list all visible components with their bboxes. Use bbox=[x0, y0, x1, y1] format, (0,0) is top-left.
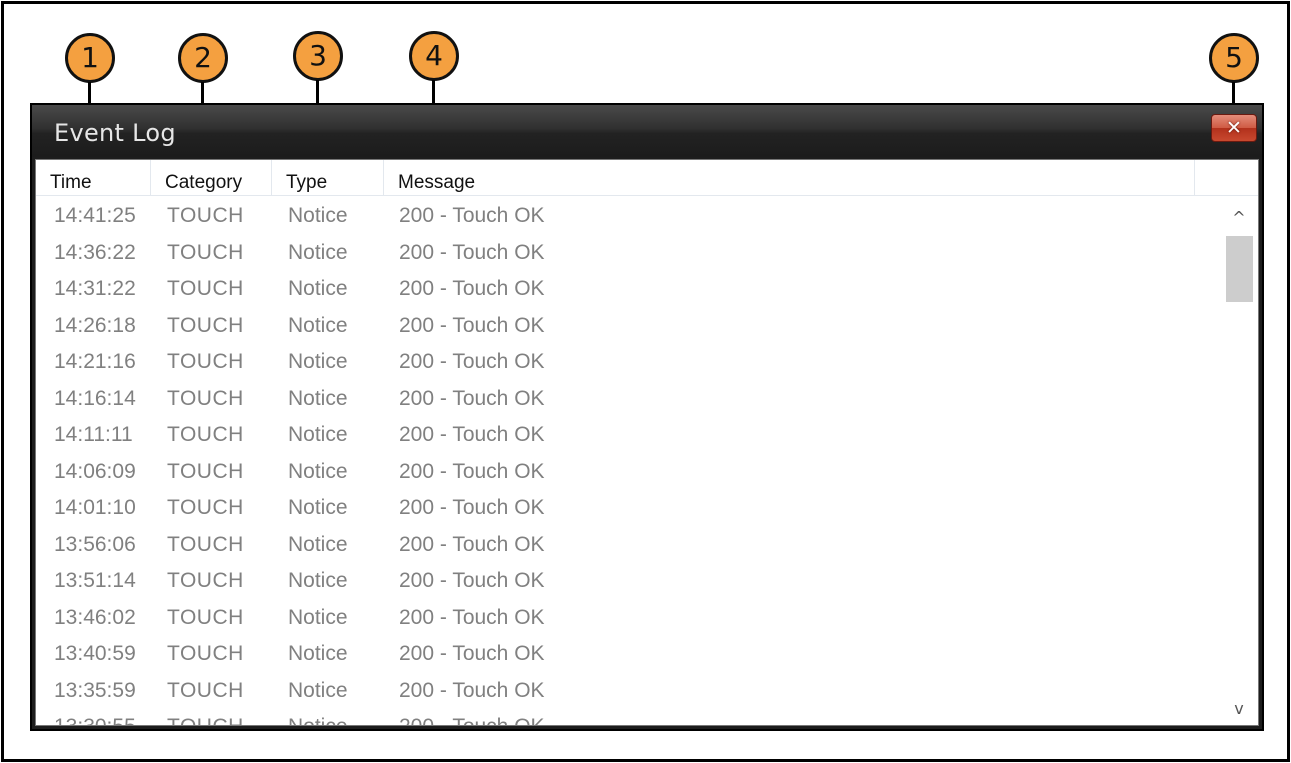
cell-category: TOUCH bbox=[167, 204, 244, 227]
callout-5: 5 bbox=[1209, 33, 1259, 83]
cell-category: TOUCH bbox=[167, 313, 244, 337]
cell-message: 200 - Touch OK bbox=[399, 313, 545, 337]
title-bar[interactable]: Event Log ✕ bbox=[32, 105, 1262, 157]
cell-type: Notice bbox=[288, 459, 348, 483]
cell-message: 200 - Touch OK bbox=[399, 707, 545, 725]
cell-message: 200 - Touch OK bbox=[399, 569, 545, 592]
cell-category: TOUCH bbox=[167, 350, 244, 373]
event-rows: 14:41:25 TOUCH Notice 200 - Touch OK 14:36:2… bbox=[36, 196, 1220, 725]
table-row[interactable]: 14:11:11 TOUCH Notice 200 - Touch OK bbox=[36, 415, 1220, 452]
table-row[interactable]: 14:06:09 TOUCH Notice 200 - Touch OK bbox=[36, 452, 1220, 489]
cell-type: Notice bbox=[288, 350, 348, 373]
close-button[interactable]: ✕ bbox=[1211, 114, 1257, 142]
column-header-message[interactable]: Message bbox=[384, 160, 1195, 195]
cell-type: Notice bbox=[288, 313, 348, 337]
cell-time: 14:41:25 bbox=[54, 204, 136, 227]
table-row[interactable]: 13:35:59 TOUCH Notice 200 - Touch OK bbox=[36, 671, 1220, 708]
cell-message: 200 - Touch OK bbox=[399, 350, 545, 373]
cell-type: Notice bbox=[288, 642, 348, 665]
cell-type: Notice bbox=[288, 707, 348, 725]
cell-message: 200 - Touch OK bbox=[399, 605, 545, 629]
cell-type: Notice bbox=[288, 532, 348, 556]
callout-2: 2 bbox=[178, 33, 228, 83]
cell-time: 13:35:59 bbox=[54, 678, 136, 702]
cell-message: 200 - Touch OK bbox=[399, 642, 545, 665]
table-row[interactable]: 14:26:18 TOUCH Notice 200 - Touch OK bbox=[36, 306, 1220, 343]
cell-message: 200 - Touch OK bbox=[399, 204, 545, 227]
cell-message: 200 - Touch OK bbox=[399, 240, 545, 264]
cell-time: 13:30:55 bbox=[54, 707, 136, 725]
cell-type: Notice bbox=[288, 496, 348, 519]
cell-category: TOUCH bbox=[167, 569, 244, 592]
callout-1: 1 bbox=[65, 33, 115, 83]
table-row[interactable]: 14:31:22 TOUCH Notice 200 - Touch OK bbox=[36, 269, 1220, 306]
cell-type: Notice bbox=[288, 240, 348, 264]
table-row[interactable]: 14:21:16 TOUCH Notice 200 - Touch OK bbox=[36, 342, 1220, 379]
cell-message: 200 - Touch OK bbox=[399, 459, 545, 483]
callout-3: 3 bbox=[293, 31, 343, 81]
vertical-scrollbar[interactable]: ^ v bbox=[1220, 196, 1258, 725]
cell-category: TOUCH bbox=[167, 707, 244, 725]
window-title: Event Log bbox=[54, 119, 176, 147]
cell-time: 13:46:02 bbox=[54, 605, 136, 629]
table-row[interactable]: 13:46:02 TOUCH Notice 200 - Touch OK bbox=[36, 598, 1220, 635]
column-header-type[interactable]: Type bbox=[272, 160, 384, 195]
cell-message: 200 - Touch OK bbox=[399, 532, 545, 556]
table-row[interactable]: 13:51:14 TOUCH Notice 200 - Touch OK bbox=[36, 561, 1220, 598]
cell-category: TOUCH bbox=[167, 240, 244, 264]
cell-message: 200 - Touch OK bbox=[399, 277, 545, 300]
column-header-category[interactable]: Category bbox=[151, 160, 272, 195]
cell-message: 200 - Touch OK bbox=[399, 678, 545, 702]
cell-category: TOUCH bbox=[167, 532, 244, 556]
cell-time: 13:40:59 bbox=[54, 642, 136, 665]
table-row[interactable]: 13:40:59 TOUCH Notice 200 - Touch OK bbox=[36, 634, 1220, 671]
cell-type: Notice bbox=[288, 423, 348, 446]
cell-time: 14:06:09 bbox=[54, 459, 136, 483]
cell-message: 200 - Touch OK bbox=[399, 496, 545, 519]
close-icon: ✕ bbox=[1226, 117, 1242, 139]
cell-time: 14:21:16 bbox=[54, 350, 136, 373]
table-row[interactable]: 13:56:06 TOUCH Notice 200 - Touch OK bbox=[36, 525, 1220, 562]
cell-category: TOUCH bbox=[167, 678, 244, 702]
table-row[interactable]: 14:41:25 TOUCH Notice 200 - Touch OK bbox=[36, 196, 1220, 233]
cell-category: TOUCH bbox=[167, 459, 244, 483]
cell-message: 200 - Touch OK bbox=[399, 386, 545, 410]
table-row[interactable]: 13:30:55 TOUCH Notice 200 - Touch OK bbox=[36, 707, 1220, 725]
cell-time: 14:16:14 bbox=[54, 386, 136, 410]
event-log-list: Time Category Type Message 14:41:25 TOUCH… bbox=[35, 159, 1259, 726]
cell-time: 14:11:11 bbox=[54, 423, 133, 446]
cell-type: Notice bbox=[288, 605, 348, 629]
scroll-down-arrow-icon[interactable]: v bbox=[1226, 697, 1252, 721]
cell-category: TOUCH bbox=[167, 605, 244, 629]
cell-type: Notice bbox=[288, 386, 348, 410]
cell-category: TOUCH bbox=[167, 423, 244, 446]
cell-type: Notice bbox=[288, 204, 348, 227]
cell-type: Notice bbox=[288, 678, 348, 702]
cell-category: TOUCH bbox=[167, 386, 244, 410]
cell-category: TOUCH bbox=[167, 277, 244, 300]
cell-message: 200 - Touch OK bbox=[399, 423, 545, 446]
cell-time: 14:26:18 bbox=[54, 313, 136, 337]
cell-time: 13:56:06 bbox=[54, 532, 136, 556]
cell-category: TOUCH bbox=[167, 496, 244, 519]
column-header-time[interactable]: Time bbox=[36, 160, 151, 195]
column-header-row: Time Category Type Message bbox=[36, 160, 1258, 196]
cell-time: 14:36:22 bbox=[54, 240, 136, 264]
table-row[interactable]: 14:16:14 TOUCH Notice 200 - Touch OK bbox=[36, 379, 1220, 416]
cell-category: TOUCH bbox=[167, 642, 244, 665]
cell-time: 13:51:14 bbox=[54, 569, 136, 592]
scrollbar-thumb[interactable] bbox=[1226, 236, 1253, 302]
cell-type: Notice bbox=[288, 277, 348, 300]
table-row[interactable]: 14:01:10 TOUCH Notice 200 - Touch OK bbox=[36, 488, 1220, 525]
cell-time: 14:31:22 bbox=[54, 277, 136, 300]
table-row[interactable]: 14:36:22 TOUCH Notice 200 - Touch OK bbox=[36, 233, 1220, 270]
callout-4: 4 bbox=[409, 31, 459, 81]
event-log-window: Event Log ✕ Time Category Type Message 1… bbox=[30, 103, 1264, 731]
cell-type: Notice bbox=[288, 569, 348, 592]
scroll-up-arrow-icon[interactable]: ^ bbox=[1226, 206, 1252, 230]
cell-time: 14:01:10 bbox=[54, 496, 136, 519]
